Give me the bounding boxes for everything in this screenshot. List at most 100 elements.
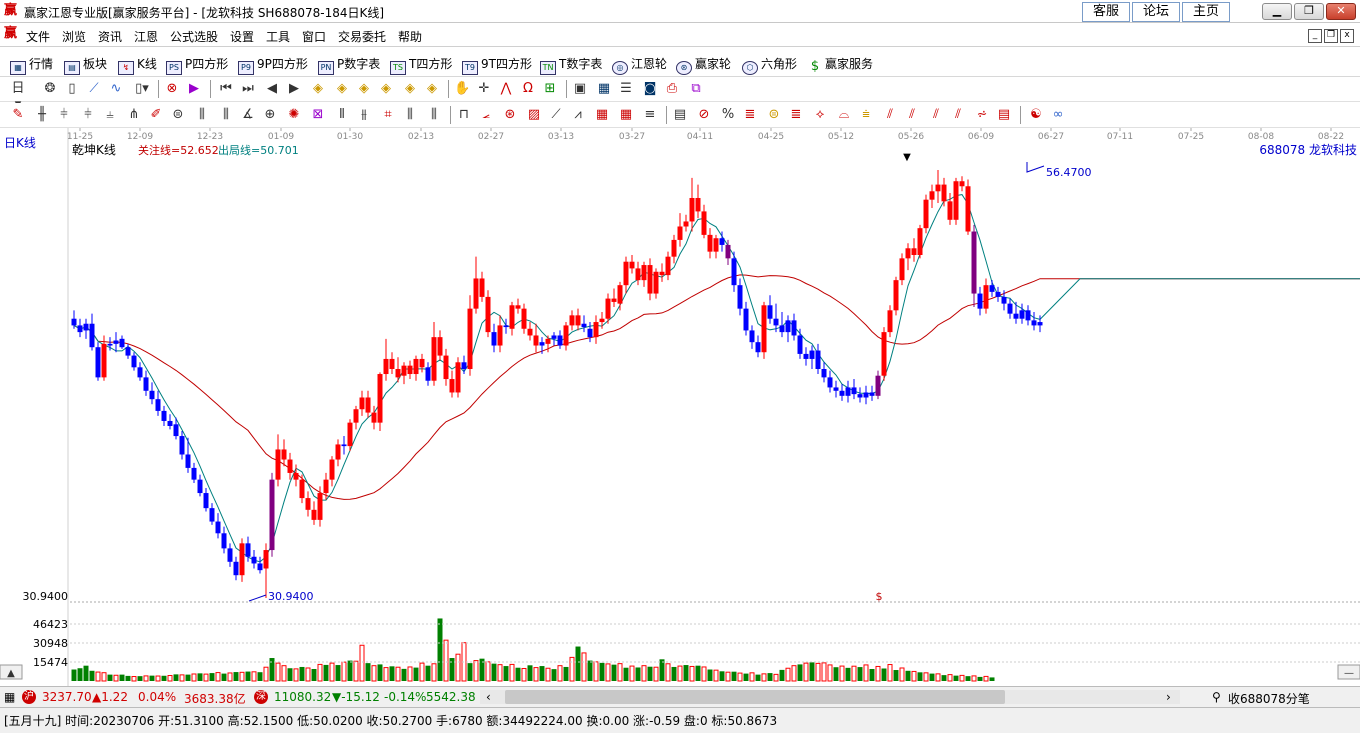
fan-lines-icon[interactable]: ⟋	[548, 107, 564, 123]
grid-tool-icon[interactable]: ⊞	[542, 81, 558, 97]
magnet-icon[interactable]: Ω	[520, 81, 536, 97]
export-icon[interactable]: ⧉	[688, 81, 704, 97]
toolbar-sector-button[interactable]: ▤ 板块	[64, 55, 107, 75]
gann-line-icon[interactable]: ⫨	[102, 107, 118, 123]
taiji-icon[interactable]: ☯	[1028, 107, 1044, 123]
diamond-icon[interactable]: ◈	[424, 81, 440, 97]
mdi-restore-icon[interactable]: ❐	[1324, 29, 1338, 43]
back-icon[interactable]: ◀	[264, 81, 280, 97]
last-icon[interactable]: ⏭	[240, 81, 256, 97]
scroll-left-icon[interactable]: ‹	[486, 690, 491, 704]
gann-bars-icon[interactable]: ⫼	[218, 107, 234, 123]
menu-file[interactable]: 文件	[26, 28, 50, 45]
fib-box-icon[interactable]: ▤	[996, 107, 1012, 123]
calendar-icon[interactable]: ▣	[572, 81, 588, 97]
first-icon[interactable]: ⏮	[218, 81, 234, 97]
wave-icon[interactable]: ⩘	[570, 107, 586, 123]
trend-icon[interactable]: ⟋	[86, 81, 102, 97]
toolbar-t-square-button[interactable]: TS T四方形	[390, 55, 452, 75]
toolbar-p-square-button[interactable]: PS P四方形	[166, 55, 228, 75]
customer-service-link[interactable]: 客服	[1082, 2, 1130, 22]
angle-icon[interactable]: ⦟	[478, 107, 494, 123]
fib-fan-icon[interactable]: ⟡	[812, 107, 828, 123]
ruler-icon[interactable]: ▤	[672, 107, 688, 123]
fib-icon[interactable]: ≣	[742, 107, 758, 123]
fib-lines-icon[interactable]: ⫽	[928, 107, 944, 123]
fib-circle-icon[interactable]: ⊜	[766, 107, 782, 123]
fib-lines-icon[interactable]: ⩫	[974, 107, 990, 123]
fib-channel-icon[interactable]: ⫽	[882, 107, 898, 123]
tick-data-link[interactable]: 收688078分笔	[1228, 690, 1310, 707]
fib-lines-icon[interactable]: ⫽	[904, 107, 920, 123]
diamond-icon[interactable]: ◈	[402, 81, 418, 97]
menu-news[interactable]: 资讯	[98, 28, 122, 45]
chart-area[interactable]: 11-25 12-09 12-23 01-09 01-30 02-13 02-27 03-13…	[0, 128, 1360, 686]
document-icon[interactable]: ▯	[64, 81, 80, 97]
gann-bars-icon[interactable]: ⫵	[356, 107, 372, 123]
hand-icon[interactable]: ✋	[454, 81, 470, 97]
toolbar-t-number-button[interactable]: TN T数字表	[540, 55, 602, 75]
toolbar-winner-service-button[interactable]: $ 赢家服务	[808, 55, 873, 73]
fib-arc-icon[interactable]: ⌓	[836, 107, 852, 123]
toolbar-9t-square-button[interactable]: T9 9T四方形	[462, 55, 532, 75]
menu-tools[interactable]: 工具	[266, 28, 290, 45]
close-icon[interactable]: ✕	[1326, 3, 1356, 20]
crosshair-icon[interactable]: ✛	[476, 81, 492, 97]
period-icon[interactable]: ⊓	[456, 107, 472, 123]
arrow-box-icon[interactable]: ▶	[186, 81, 202, 97]
toolbar-winner-wheel-button[interactable]: ⊛ 赢家轮	[676, 55, 731, 75]
grid-icon[interactable]: ▦	[4, 690, 15, 704]
ratio-icon[interactable]: ⊘	[696, 107, 712, 123]
diamond-icon[interactable]: ◈	[334, 81, 350, 97]
minimize-icon[interactable]: ▁	[1262, 3, 1292, 20]
gann-fan-icon[interactable]: ⋔	[126, 107, 142, 123]
hatch-icon[interactable]: ▨	[526, 107, 542, 123]
gann-box-icon[interactable]: ⊠	[310, 107, 326, 123]
gann-line-icon[interactable]: ⫩	[56, 107, 72, 123]
scroll-right-icon[interactable]: ›	[1166, 690, 1171, 704]
period-select-icon[interactable]: 日▾	[10, 81, 26, 112]
fan-icon[interactable]: ⊗	[164, 81, 180, 97]
candle-type-icon[interactable]: ▯▾	[134, 81, 150, 97]
diamond-icon[interactable]: ◈	[356, 81, 372, 97]
gann-pen-icon[interactable]: ✐	[148, 107, 164, 123]
forum-link[interactable]: 论坛	[1132, 2, 1180, 22]
percent-icon[interactable]: %	[720, 107, 736, 123]
toolbar-gann-wheel-button[interactable]: ◎ 江恩轮	[612, 55, 667, 75]
list-icon[interactable]: ☰	[618, 81, 634, 97]
pen-icon[interactable]: ✎	[10, 107, 26, 123]
menu-trade[interactable]: 交易委托	[338, 28, 386, 45]
menu-help[interactable]: 帮助	[398, 28, 422, 45]
gann-bars-icon[interactable]: ⫼	[194, 107, 210, 123]
toolbar-9p-square-button[interactable]: P9 9P四方形	[238, 55, 308, 75]
fib-lines-icon[interactable]: ≣	[788, 107, 804, 123]
gann-bars-icon[interactable]: ⫼	[426, 107, 442, 123]
menu-window[interactable]: 窗口	[302, 28, 326, 45]
curve-icon[interactable]: ∿	[108, 81, 124, 97]
gann-circle-icon[interactable]: ⊕	[262, 107, 278, 123]
gann-line-icon[interactable]: ⫩	[80, 107, 96, 123]
gann-bars-icon[interactable]: ⫴	[334, 107, 350, 123]
gann-star-icon[interactable]: ✺	[286, 107, 302, 123]
toolbar-hexagon-button[interactable]: ⬡ 六角形	[742, 55, 797, 75]
kline-chart[interactable]: 11-25 12-09 12-23 01-09 01-30 02-13 02-27 03-13…	[0, 128, 1360, 686]
mdi-close-icon[interactable]: x	[1340, 29, 1354, 43]
scrollbar-thumb[interactable]	[505, 690, 1005, 704]
menu-browse[interactable]: 浏览	[62, 28, 86, 45]
gann-circle-icon[interactable]: ⊜	[170, 107, 186, 123]
mdi-minimize-icon[interactable]: _	[1308, 29, 1322, 43]
toolbar-quotes-button[interactable]: ▦ 行情	[10, 55, 53, 75]
home-link[interactable]: 主页	[1182, 2, 1230, 22]
table-icon[interactable]: ▦	[594, 107, 610, 123]
fib-time-icon[interactable]: ⩧	[858, 107, 874, 123]
parallel-icon[interactable]: ≡	[642, 107, 658, 123]
menu-settings[interactable]: 设置	[230, 28, 254, 45]
restore-icon[interactable]: ❐	[1294, 3, 1324, 20]
spiral-icon[interactable]: ⊛	[502, 107, 518, 123]
infinity-icon[interactable]: ∞	[1050, 107, 1066, 123]
forward-icon[interactable]: ▶	[286, 81, 302, 97]
toolbar-p-number-button[interactable]: PN P数字表	[318, 55, 380, 75]
zigzag-icon[interactable]: ⋀	[498, 81, 514, 97]
calculator-icon[interactable]: ▦	[596, 81, 612, 97]
menu-gann[interactable]: 江恩	[134, 28, 158, 45]
